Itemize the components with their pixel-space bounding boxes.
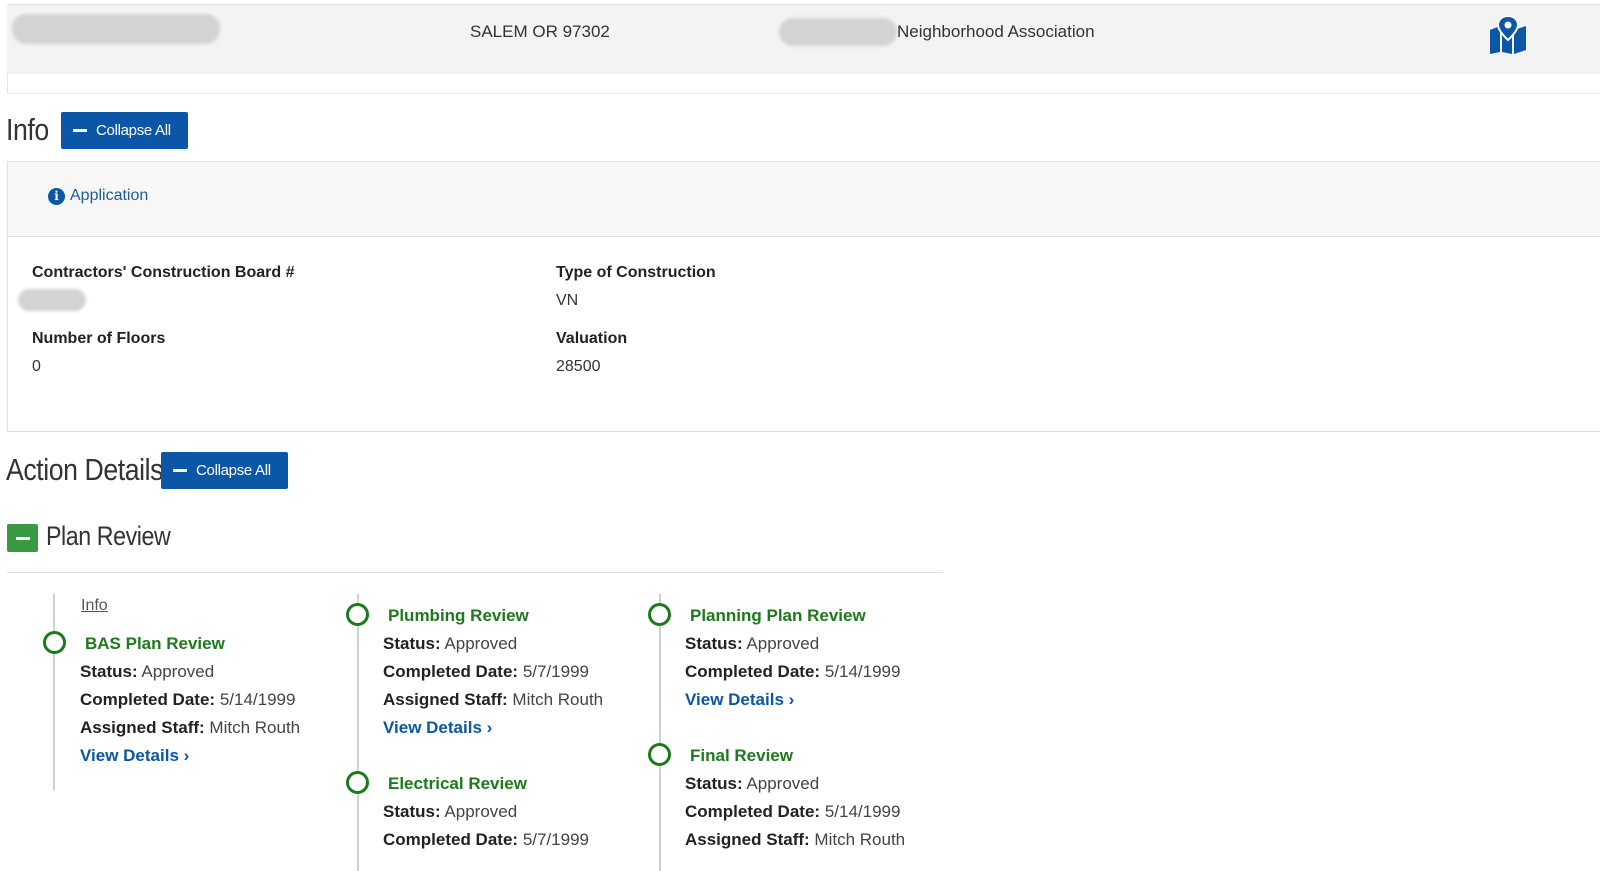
review-completed: Completed Date: 5/14/1999 — [80, 690, 295, 710]
status-value: Approved — [141, 662, 215, 681]
floors-label: Number of Floors — [32, 330, 166, 347]
completed-label: Completed Date: — [383, 830, 519, 849]
info-collapse-all-button[interactable]: Collapse All — [61, 112, 188, 149]
construction-type-label: Type of Construction — [556, 264, 716, 281]
review-status: Status: Approved — [383, 802, 517, 822]
completed-value: 5/14/1999 — [219, 690, 296, 709]
review-completed: Completed Date: 5/14/1999 — [685, 662, 900, 682]
status-circle-icon — [346, 603, 369, 626]
action-details-collapse-all-button[interactable]: Collapse All — [161, 452, 288, 489]
timeline-line — [357, 594, 359, 871]
review-staff: Assigned Staff: Mitch Routh — [685, 830, 905, 850]
review-status: Status: Approved — [685, 774, 819, 794]
status-value: Approved — [444, 634, 518, 653]
floors-value: 0 — [32, 358, 41, 375]
redacted-neighborhood — [779, 18, 897, 46]
completed-value: 5/7/1999 — [522, 830, 589, 849]
view-details-link[interactable]: View Details › — [383, 718, 492, 738]
review-title: Final Review — [690, 746, 793, 765]
info-panel: i Application — [7, 161, 1600, 432]
valuation-label: Valuation — [556, 330, 628, 347]
ccb-label: Contractors' Construction Board # — [32, 264, 295, 281]
city-state-zip: SALEM OR 97302 — [470, 22, 610, 41]
map-pin-icon[interactable] — [1488, 16, 1528, 54]
status-label: Status: — [383, 634, 441, 653]
divider — [7, 572, 943, 573]
status-circle-icon — [43, 631, 66, 654]
staff-value: Mitch Routh — [814, 830, 906, 849]
plan-review-info-link[interactable]: Info — [81, 597, 108, 615]
completed-label: Completed Date: — [383, 662, 519, 681]
info-circle-icon: i — [48, 187, 65, 205]
review-staff: Assigned Staff: Mitch Routh — [80, 718, 300, 738]
action-details-heading: Action Details — [6, 452, 163, 487]
staff-value: Mitch Routh — [512, 690, 604, 709]
tab-application-label: Application — [70, 187, 149, 204]
collapse-label: Collapse All — [96, 122, 171, 139]
neighborhood-association: Neighborhood Association — [897, 22, 1095, 41]
completed-label: Completed Date: — [685, 802, 821, 821]
completed-value: 5/14/1999 — [824, 662, 901, 681]
redacted-ccb-number — [18, 289, 86, 311]
timeline-line — [659, 594, 661, 871]
staff-label: Assigned Staff: — [80, 718, 205, 737]
staff-value: Mitch Routh — [209, 718, 301, 737]
plan-review-toggle[interactable] — [7, 524, 38, 552]
completed-label: Completed Date: — [685, 662, 821, 681]
status-value: Approved — [444, 802, 518, 821]
status-circle-icon — [346, 771, 369, 794]
staff-label: Assigned Staff: — [685, 830, 810, 849]
timeline-line — [53, 594, 55, 790]
review-title: BAS Plan Review — [85, 634, 225, 653]
review-title: Plumbing Review — [388, 606, 529, 625]
status-label: Status: — [80, 662, 138, 681]
status-circle-icon — [648, 603, 671, 626]
minus-icon — [173, 469, 187, 472]
address-bar-spacer — [7, 73, 1600, 94]
info-tab-bar: i Application — [8, 162, 1600, 237]
review-staff: Assigned Staff: Mitch Routh — [383, 690, 603, 710]
review-completed: Completed Date: 5/7/1999 — [383, 830, 589, 850]
status-value: Approved — [746, 774, 820, 793]
construction-type-value: VN — [556, 292, 579, 309]
review-status: Status: Approved — [383, 634, 517, 654]
review-completed: Completed Date: 5/7/1999 — [383, 662, 589, 682]
tab-application[interactable]: i Application — [48, 187, 148, 205]
review-completed: Completed Date: 5/14/1999 — [685, 802, 900, 822]
minus-icon — [73, 129, 87, 132]
status-value: Approved — [746, 634, 820, 653]
status-label: Status: — [685, 634, 743, 653]
status-circle-icon — [648, 743, 671, 766]
status-label: Status: — [383, 802, 441, 821]
completed-label: Completed Date: — [80, 690, 216, 709]
status-label: Status: — [685, 774, 743, 793]
review-status: Status: Approved — [80, 662, 214, 682]
info-heading: Info — [6, 112, 49, 147]
valuation-value: 28500 — [556, 358, 601, 375]
plan-review-heading: Plan Review — [46, 521, 171, 551]
redacted-address — [12, 14, 220, 44]
staff-label: Assigned Staff: — [383, 690, 508, 709]
collapse-label: Collapse All — [196, 462, 271, 479]
view-details-link[interactable]: View Details › — [685, 690, 794, 710]
review-title: Planning Plan Review — [690, 606, 866, 625]
review-status: Status: Approved — [685, 634, 819, 654]
review-title: Electrical Review — [388, 774, 527, 793]
view-details-link[interactable]: View Details › — [80, 746, 189, 766]
completed-value: 5/7/1999 — [522, 662, 589, 681]
completed-value: 5/14/1999 — [824, 802, 901, 821]
minus-icon — [15, 536, 30, 540]
